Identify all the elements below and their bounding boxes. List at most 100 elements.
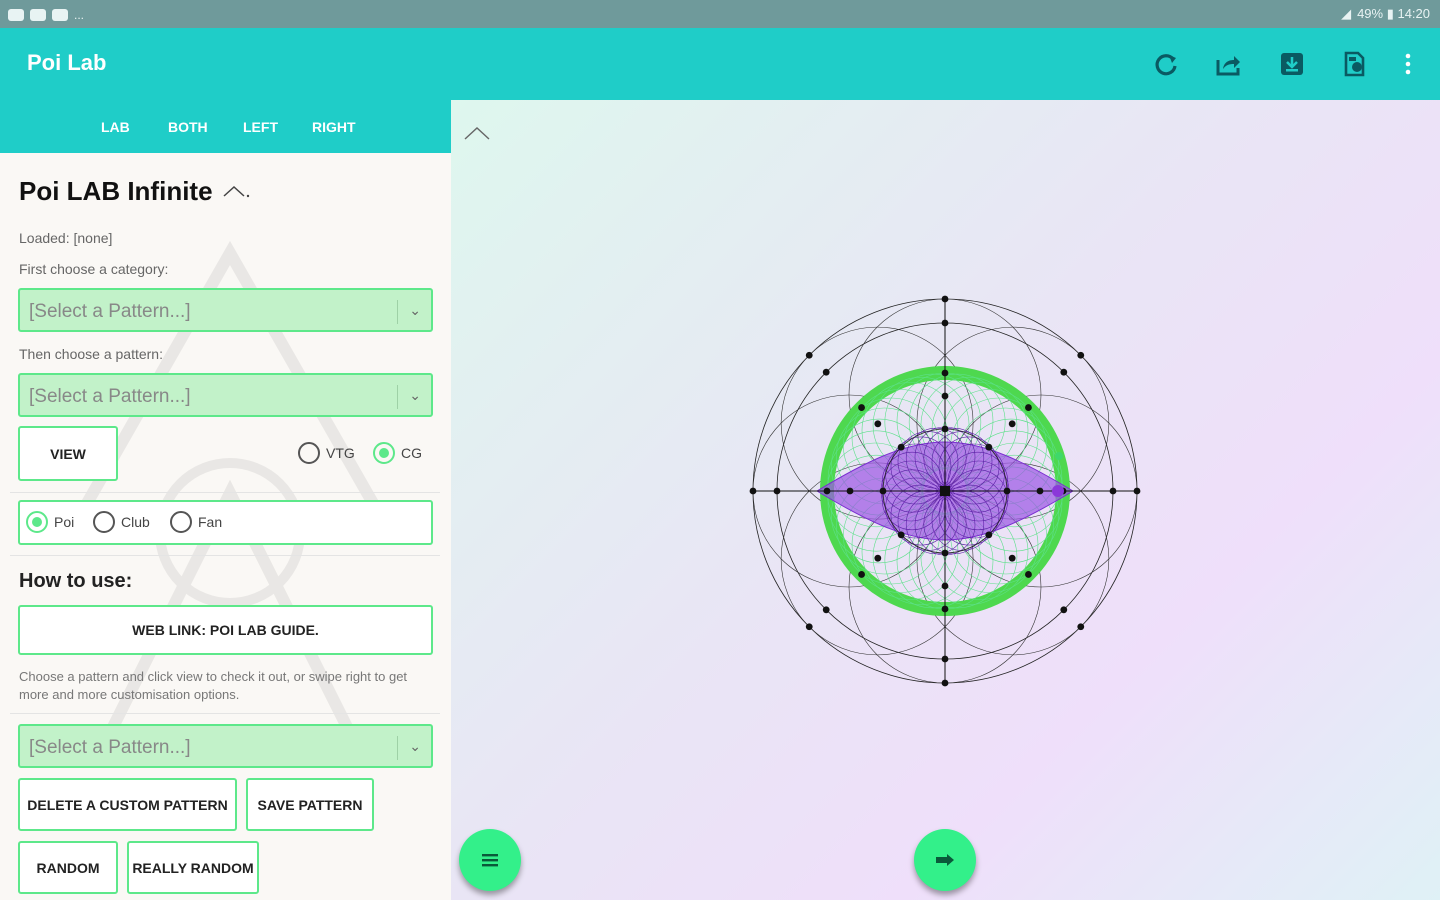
share-icon[interactable] — [1210, 46, 1246, 82]
node-dot — [1025, 571, 1032, 578]
node-dot — [1060, 368, 1068, 376]
node-dot — [985, 443, 993, 451]
pattern-select-value: [Select a Pattern...] — [29, 386, 191, 407]
node-dot — [1060, 606, 1068, 614]
chevron-down-icon: ⌄ — [409, 302, 421, 318]
radio-cg[interactable]: CG — [373, 442, 422, 464]
random-button[interactable]: RANDOM — [18, 841, 118, 894]
node-dot — [773, 487, 781, 495]
tab-bar: LAB BOTH LEFT RIGHT — [0, 100, 451, 153]
node-dot — [941, 605, 949, 613]
radio-cg-label: CG — [401, 445, 422, 461]
category-label: First choose a category: — [19, 261, 169, 277]
prop-type-group — [18, 500, 433, 545]
select-divider — [397, 385, 398, 409]
node-dot — [941, 319, 949, 327]
tab-lab[interactable]: LAB — [101, 119, 130, 135]
status-text: 49% ▮ 14:20 — [1357, 6, 1430, 21]
node-dot — [874, 420, 882, 428]
page-title: Poi LAB Infinite — [19, 176, 213, 206]
node-dot — [941, 369, 949, 377]
node-dot — [941, 425, 949, 433]
radio-fan-label: Fan — [198, 514, 223, 530]
loaded-status: Loaded: [none] — [19, 230, 113, 246]
guide-link-button[interactable]: WEB LINK: POI LAB GUIDE. — [18, 605, 433, 655]
node-dot — [822, 368, 830, 376]
node-dot — [941, 549, 949, 557]
radio-circle — [170, 511, 192, 533]
poi-head — [1055, 452, 1063, 460]
custom-select-value: [Select a Pattern...] — [29, 737, 191, 758]
refresh-icon[interactable] — [1148, 46, 1184, 82]
node-dot — [1109, 487, 1117, 495]
pattern-select[interactable]: [Select a Pattern...] ⌄ — [18, 373, 433, 417]
more-vert-icon[interactable] — [1390, 46, 1426, 82]
node-dot — [846, 487, 854, 495]
node-dot — [1008, 554, 1016, 562]
node-dot — [941, 295, 949, 303]
chevron-down-icon: ⌄ — [409, 738, 421, 754]
divider — [10, 713, 440, 714]
arrow-right-icon — [936, 854, 954, 866]
download-icon[interactable] — [1274, 46, 1310, 82]
chevron-down-icon: ⌄ — [409, 387, 421, 403]
node-dot — [897, 443, 905, 451]
radio-circle-selected — [373, 442, 395, 464]
radio-poi-label: Poi — [54, 514, 75, 530]
status-right: ◢ 49% ▮ 14:20 — [1341, 6, 1430, 22]
radio-club-label: Club — [121, 514, 150, 530]
node-dot — [897, 531, 905, 539]
node-dot — [1025, 404, 1032, 411]
really-random-button[interactable]: REALLY RANDOM — [127, 841, 259, 894]
collapse-icon[interactable] — [222, 184, 250, 198]
node-dot — [1008, 420, 1016, 428]
node-dot — [879, 487, 887, 495]
delete-custom-pattern-button[interactable]: DELETE A CUSTOM PATTERN — [18, 778, 237, 831]
node-dot — [1003, 487, 1011, 495]
node-dot — [858, 404, 865, 411]
divider — [10, 555, 440, 556]
node-dot — [941, 582, 949, 590]
node-dot — [941, 679, 949, 687]
radio-poi[interactable]: Poi — [26, 511, 74, 533]
node-dot — [985, 531, 993, 539]
node-dot — [1077, 623, 1085, 631]
radio-circle — [298, 442, 320, 464]
app-title: Poi Lab — [27, 50, 107, 75]
category-select[interactable]: [Select a Pattern...] ⌄ — [18, 288, 433, 332]
tab-right[interactable]: RIGHT — [312, 119, 356, 135]
poi-pattern-drawing — [749, 295, 1141, 687]
node-dot — [1133, 487, 1141, 495]
category-select-value: [Select a Pattern...] — [29, 301, 191, 322]
expand-icon[interactable] — [463, 122, 493, 142]
notification-icon — [30, 9, 46, 21]
tab-left[interactable]: LEFT — [243, 119, 278, 135]
radio-club[interactable]: Club — [93, 511, 150, 533]
radio-fan[interactable]: Fan — [170, 511, 222, 533]
save-pattern-button[interactable]: SAVE PATTERN — [246, 778, 374, 831]
radio-vtg[interactable]: VTG — [298, 442, 355, 464]
next-fab[interactable] — [914, 829, 976, 891]
menu-icon — [482, 854, 498, 867]
node-dot — [823, 487, 831, 495]
custom-pattern-select[interactable]: [Select a Pattern...] ⌄ — [18, 724, 433, 768]
node-dot — [805, 623, 813, 631]
node-dot — [822, 606, 830, 614]
divider — [10, 492, 440, 493]
view-button[interactable]: VIEW — [18, 426, 118, 481]
node-dot — [749, 487, 757, 495]
save-file-icon[interactable] — [1336, 46, 1372, 82]
instructions-text: Choose a pattern and click view to check… — [19, 669, 408, 702]
select-divider — [397, 736, 398, 760]
poi-head — [1052, 485, 1064, 497]
signal-icon: ◢ — [1341, 6, 1352, 21]
radio-vtg-label: VTG — [326, 445, 355, 461]
select-divider — [397, 300, 398, 324]
tab-both[interactable]: BOTH — [168, 119, 208, 135]
notification-icons: ... — [8, 8, 84, 22]
node-dot — [1036, 487, 1044, 495]
notification-icon — [8, 9, 24, 21]
menu-fab[interactable] — [459, 829, 521, 891]
notification-icon — [52, 9, 68, 21]
node-dot — [1077, 351, 1085, 359]
